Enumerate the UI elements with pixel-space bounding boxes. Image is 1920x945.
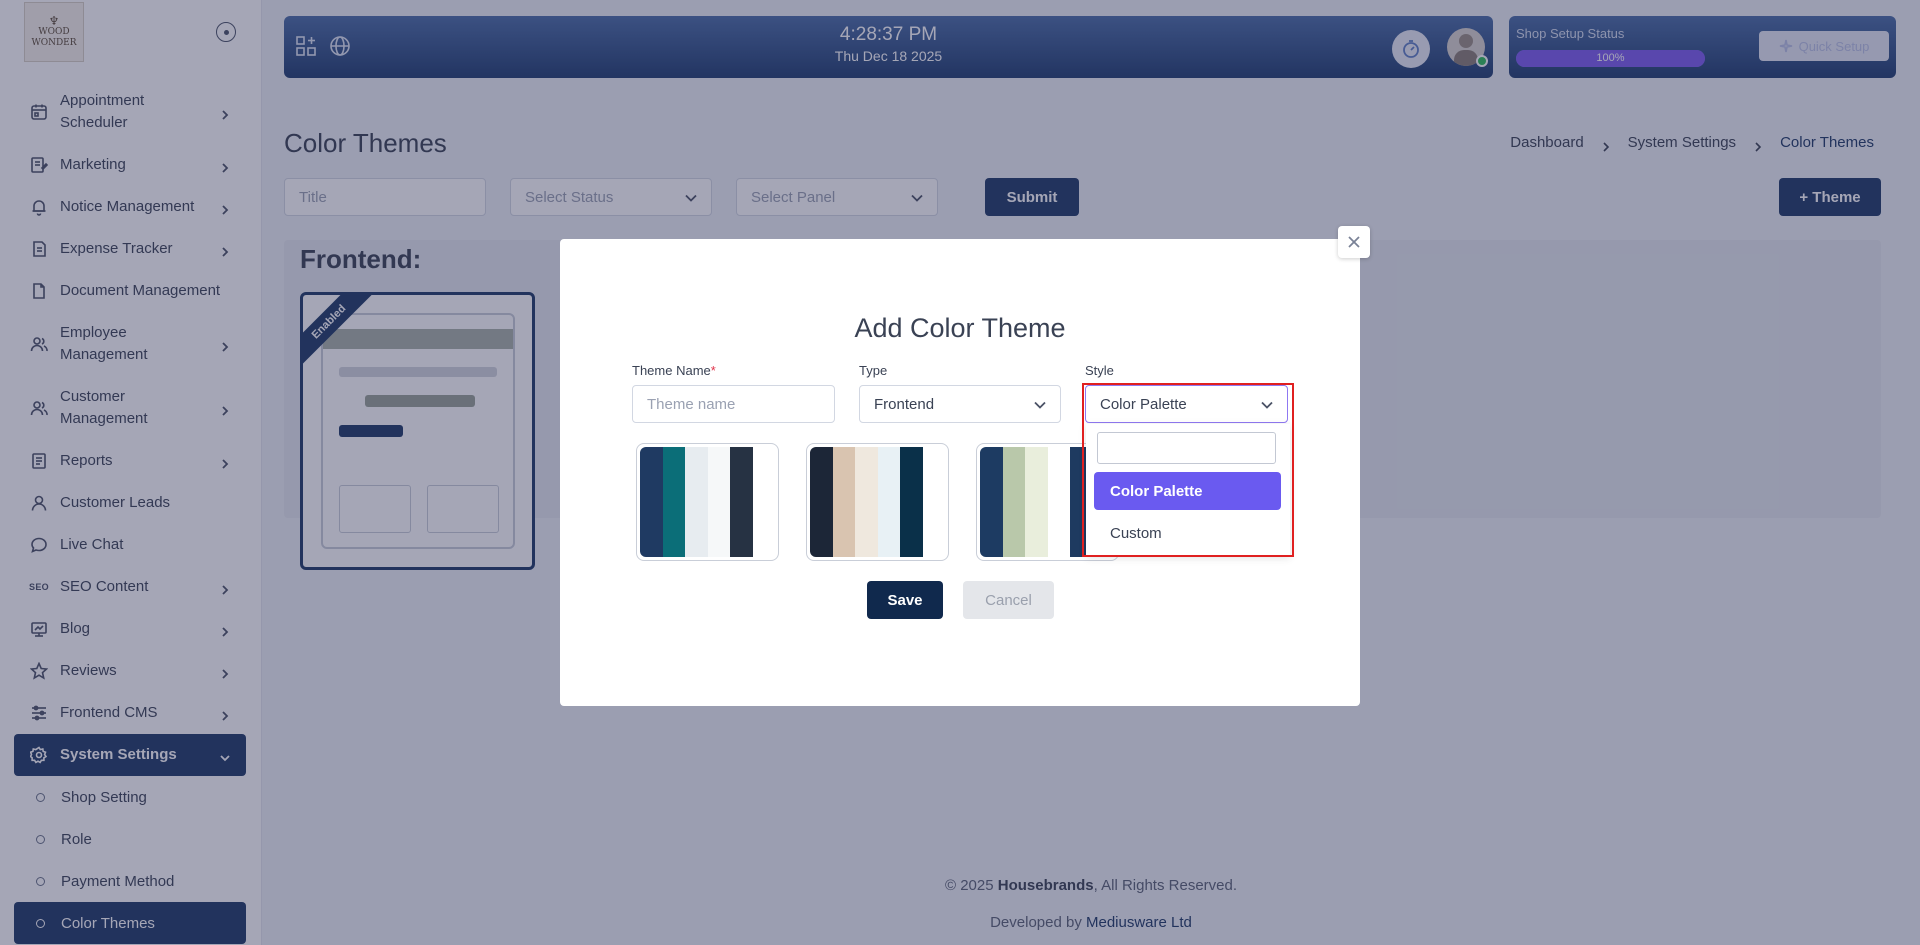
palette-swatch (832, 447, 855, 557)
palette-swatch (707, 447, 730, 557)
theme-name-label-text: Theme Name (632, 363, 711, 378)
required-mark: * (710, 363, 716, 378)
palette-swatch (980, 447, 1003, 557)
chevron-down-icon (1034, 401, 1046, 409)
cancel-button[interactable]: Cancel (963, 581, 1054, 619)
theme-name-input[interactable]: Theme name (632, 385, 835, 423)
palette-swatch (922, 447, 945, 557)
palette-swatch (752, 447, 775, 557)
type-label: Type (859, 363, 888, 378)
palette-swatch (900, 447, 923, 557)
close-icon[interactable] (1338, 226, 1370, 258)
palette-option[interactable] (806, 443, 949, 561)
palette-swatch (685, 447, 708, 557)
style-label: Style (1085, 363, 1114, 378)
palette-swatch (1002, 447, 1025, 557)
palette-option[interactable] (636, 443, 779, 561)
palette-swatch (730, 447, 753, 557)
theme-name-label: Theme Name* (632, 363, 716, 378)
type-select-value: Frontend (874, 395, 935, 413)
palette-swatches (810, 447, 945, 557)
save-button[interactable]: Save (867, 581, 943, 619)
palette-swatch (640, 447, 663, 557)
palette-swatches (640, 447, 775, 557)
palette-swatch (662, 447, 685, 557)
modal-title: Add Color Theme (854, 313, 1066, 343)
palette-swatch (810, 447, 833, 557)
palette-swatch (855, 447, 878, 557)
palette-swatch (1047, 447, 1070, 557)
type-select[interactable]: Frontend (859, 385, 1061, 423)
palette-swatch (1025, 447, 1048, 557)
annotation-highlight-box (1082, 383, 1294, 557)
palette-swatch (877, 447, 900, 557)
